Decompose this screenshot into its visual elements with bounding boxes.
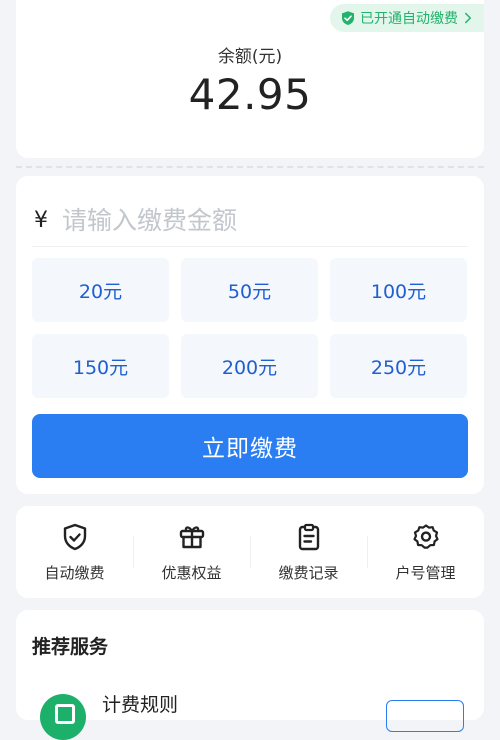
quick-action-label: 缴费记录 xyxy=(278,563,339,582)
divider xyxy=(16,166,484,168)
preset-amount-button[interactable]: 200元 xyxy=(181,334,318,398)
preset-amount-button[interactable]: 250元 xyxy=(330,334,467,398)
service-action-button[interactable] xyxy=(386,700,464,732)
clipboard-icon xyxy=(298,523,319,550)
auto-pay-badge-label: 已开通自动缴费 xyxy=(360,11,458,27)
gift-icon xyxy=(179,525,204,548)
chevron-right-icon xyxy=(465,12,471,24)
preset-amount-button[interactable]: 150元 xyxy=(32,334,169,398)
pay-now-button[interactable]: 立即缴费 xyxy=(32,414,468,478)
quick-actions-card: 自动缴费 优惠权益 缴费记录 户号管理 xyxy=(16,506,484,598)
amount-input[interactable] xyxy=(62,205,442,235)
shield-check-icon xyxy=(63,523,86,550)
shield-check-icon xyxy=(342,11,354,25)
preset-amount-button[interactable]: 100元 xyxy=(330,258,467,322)
section-title: 推荐服务 xyxy=(32,636,109,658)
quick-action-records[interactable]: 缴费记录 xyxy=(250,506,367,598)
recommended-services-card: 推荐服务 计费规则 xyxy=(16,610,484,740)
quick-action-label: 优惠权益 xyxy=(161,563,222,582)
quick-action-label: 户号管理 xyxy=(395,563,456,582)
quick-action-benefits[interactable]: 优惠权益 xyxy=(133,506,250,598)
amount-row: ¥ xyxy=(32,194,468,247)
balance-value: 42.95 xyxy=(188,70,312,119)
payment-card: ¥ 20元 50元 100元 150元 200元 250元 立即缴费 xyxy=(16,176,484,494)
quick-action-label: 自动缴费 xyxy=(44,563,105,582)
quick-action-auto-pay[interactable]: 自动缴费 xyxy=(16,506,133,598)
auto-pay-status-badge[interactable]: 已开通自动缴费 xyxy=(330,4,484,32)
balance-card: 已开通自动缴费 余额(元) 42.95 xyxy=(16,0,484,158)
preset-amount-button[interactable]: 50元 xyxy=(181,258,318,322)
billing-rules-icon xyxy=(40,694,86,740)
balance-label: 余额(元) xyxy=(217,47,283,67)
service-name[interactable]: 计费规则 xyxy=(102,690,178,717)
quick-action-account-management[interactable]: 户号管理 xyxy=(367,506,484,598)
preset-amount-grid: 20元 50元 100元 150元 200元 250元 xyxy=(32,258,468,398)
preset-amount-button[interactable]: 20元 xyxy=(32,258,169,322)
currency-symbol: ¥ xyxy=(34,207,48,233)
gear-icon xyxy=(412,523,439,549)
